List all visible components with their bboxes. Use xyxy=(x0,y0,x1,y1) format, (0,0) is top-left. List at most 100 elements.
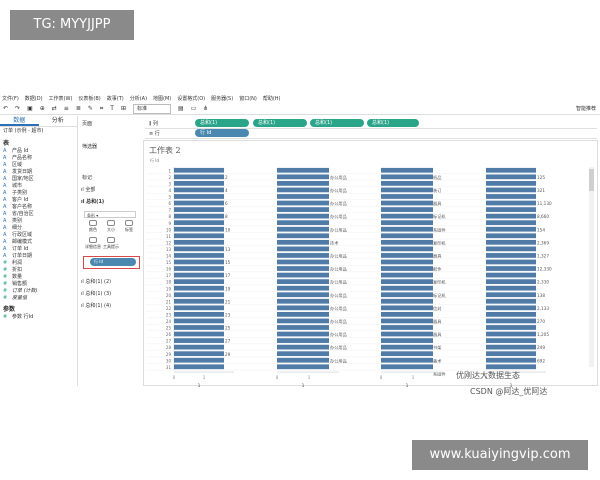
bar xyxy=(277,357,329,363)
menu-item[interactable]: 工作表(W) xyxy=(49,95,73,102)
datasource-item[interactable]: 订单 (示例 - 超市) xyxy=(0,127,77,136)
redo-icon[interactable]: ↷ xyxy=(15,105,20,112)
tab-analysis[interactable]: 分析 xyxy=(39,116,78,126)
measure-field[interactable]: # 订单 (计数) xyxy=(0,288,77,295)
size-icon xyxy=(107,220,115,226)
row-pill[interactable]: 行 Id xyxy=(195,129,249,137)
bar xyxy=(174,298,224,304)
menu-item[interactable]: 设置格式(O) xyxy=(177,95,205,102)
data-label: 办公用品 xyxy=(330,226,347,233)
bar xyxy=(277,207,329,212)
menu-item[interactable]: 服务器(S) xyxy=(211,95,233,102)
bar xyxy=(174,174,224,180)
bar xyxy=(277,194,329,199)
share-icon[interactable]: ⋔ xyxy=(203,105,208,112)
data-label: 6 xyxy=(225,201,228,206)
marks-total3-row[interactable]: ıl 总和(1) (3) xyxy=(81,290,111,297)
scrollbar-thumb[interactable] xyxy=(589,169,594,191)
dimension-field[interactable]: A 行政区域 xyxy=(0,232,77,239)
row-header-label: 24 xyxy=(166,319,172,324)
bar xyxy=(174,220,224,226)
marks-total2-row[interactable]: ıl 总和(1) (2) xyxy=(81,278,111,285)
data-label: 13 xyxy=(225,247,231,252)
dimension-field[interactable]: A 客户 Id xyxy=(0,197,77,204)
measure-list: # 利润 # 折扣 # 数量 # 销售额 # 订单 (计数) # 度量值 xyxy=(0,260,77,302)
view-fit-select[interactable]: 标准 xyxy=(132,103,171,114)
label-icon[interactable]: T xyxy=(110,105,114,112)
menu-item[interactable]: 地图(M) xyxy=(153,95,171,102)
column-pill[interactable]: 总和(1) xyxy=(253,119,307,127)
bar xyxy=(277,344,329,350)
marks-total1-row[interactable]: ıl 总和(1) xyxy=(81,198,104,205)
bar xyxy=(381,266,433,271)
detail-button[interactable]: 详细信息 xyxy=(84,237,102,250)
data-label: 19 xyxy=(225,286,231,291)
measure-field[interactable]: # 折扣 xyxy=(0,267,77,274)
menu-item[interactable]: 数据(D) xyxy=(25,95,43,102)
marks-total4-row[interactable]: ıl 总和(1) (4) xyxy=(81,302,111,309)
dimension-field[interactable]: A 城市 xyxy=(0,183,77,190)
label-button[interactable]: 标签 xyxy=(120,220,138,233)
menu-item[interactable]: 帮助(H) xyxy=(263,95,281,102)
dimension-field[interactable]: A 子类别 xyxy=(0,190,77,197)
bar xyxy=(486,305,536,311)
field-label: 区域 xyxy=(12,162,23,168)
dimension-field[interactable]: A 订单 Id xyxy=(0,246,77,253)
save-icon[interactable]: ▣ xyxy=(27,105,33,112)
menu-item[interactable]: 仪表板(B) xyxy=(78,95,100,102)
dimension-field[interactable]: A 省/自治区 xyxy=(0,211,77,218)
column-pill[interactable]: 总和(1) xyxy=(367,119,419,127)
dimension-field[interactable]: A 订单日期 xyxy=(0,253,77,260)
row-header-label: 30 xyxy=(166,358,172,363)
dimension-field[interactable]: A 产品 Id xyxy=(0,148,77,155)
column-pill[interactable]: 总和(1) xyxy=(310,119,364,127)
measure-field[interactable]: # 销售额 xyxy=(0,281,77,288)
dimension-field[interactable]: A 客户名称 xyxy=(0,204,77,211)
tooltip-button[interactable]: 工具提示 xyxy=(102,237,120,250)
menu-item[interactable]: 分析(A) xyxy=(130,95,147,102)
group-icon[interactable]: ⌗ xyxy=(100,105,103,113)
dimension-field[interactable]: A 产品名称 xyxy=(0,155,77,162)
color-button[interactable]: 颜色 xyxy=(84,220,102,233)
measure-field[interactable]: # 度量值 xyxy=(0,295,77,302)
smart-recommend-button[interactable]: 智能推荐 xyxy=(576,103,596,115)
mark-type-select[interactable]: 条形 ▾ xyxy=(84,211,136,218)
sort-asc-icon[interactable]: ≡ xyxy=(64,105,69,112)
data-label: 1,327 xyxy=(537,254,549,259)
dimension-field[interactable]: A 邮编模式 xyxy=(0,239,77,246)
sort-desc-icon[interactable]: ≣ xyxy=(76,105,81,112)
measure-field[interactable]: # 数量 xyxy=(0,274,77,281)
new-datasource-icon[interactable]: ⊕ xyxy=(40,105,45,112)
column-pill[interactable]: 总和(1) xyxy=(195,119,249,127)
row-header-label: 5 xyxy=(168,195,171,200)
menu-item[interactable]: 窗口(N) xyxy=(239,95,257,102)
dimension-field[interactable]: A 国家/地区 xyxy=(0,176,77,183)
size-button[interactable]: 大小 xyxy=(102,220,120,233)
measure-field[interactable]: # 参数 行Id xyxy=(0,314,77,321)
marks-all-row[interactable]: ıl 全部 xyxy=(81,186,95,193)
vertical-scrollbar[interactable] xyxy=(589,167,594,367)
dimension-field[interactable]: A 发货日期 xyxy=(0,169,77,176)
dimension-field[interactable]: A 类别 xyxy=(0,218,77,225)
bar xyxy=(174,194,224,199)
menu-item[interactable]: 故事(T) xyxy=(107,95,124,102)
bar xyxy=(486,220,536,226)
presentation-icon[interactable]: ▭ xyxy=(191,105,197,112)
show-cards-icon[interactable]: ▤ xyxy=(178,105,184,112)
tab-data[interactable]: 数据 xyxy=(0,116,39,126)
row-id-mark-pill[interactable]: 行 Id xyxy=(90,258,136,266)
data-label: 15 xyxy=(225,260,231,265)
axis-tick-label: 1 xyxy=(308,375,311,380)
dimension-field[interactable]: A 区域 xyxy=(0,162,77,169)
rows-shelf[interactable]: ≡ 行 行 Id xyxy=(145,128,597,139)
swap-icon[interactable]: ⇄ xyxy=(52,105,57,112)
fix-axes-icon[interactable]: ⊞ xyxy=(121,105,126,112)
dimension-field[interactable]: A 细分 xyxy=(0,225,77,232)
bar xyxy=(174,259,224,265)
menu-item[interactable]: 文件(F) xyxy=(2,95,19,102)
bar xyxy=(174,312,224,317)
undo-icon[interactable]: ↶ xyxy=(3,105,8,112)
data-label: 办公用品 xyxy=(330,318,347,325)
measure-field[interactable]: # 利润 xyxy=(0,260,77,267)
highlight-icon[interactable]: ✎ xyxy=(88,105,93,112)
